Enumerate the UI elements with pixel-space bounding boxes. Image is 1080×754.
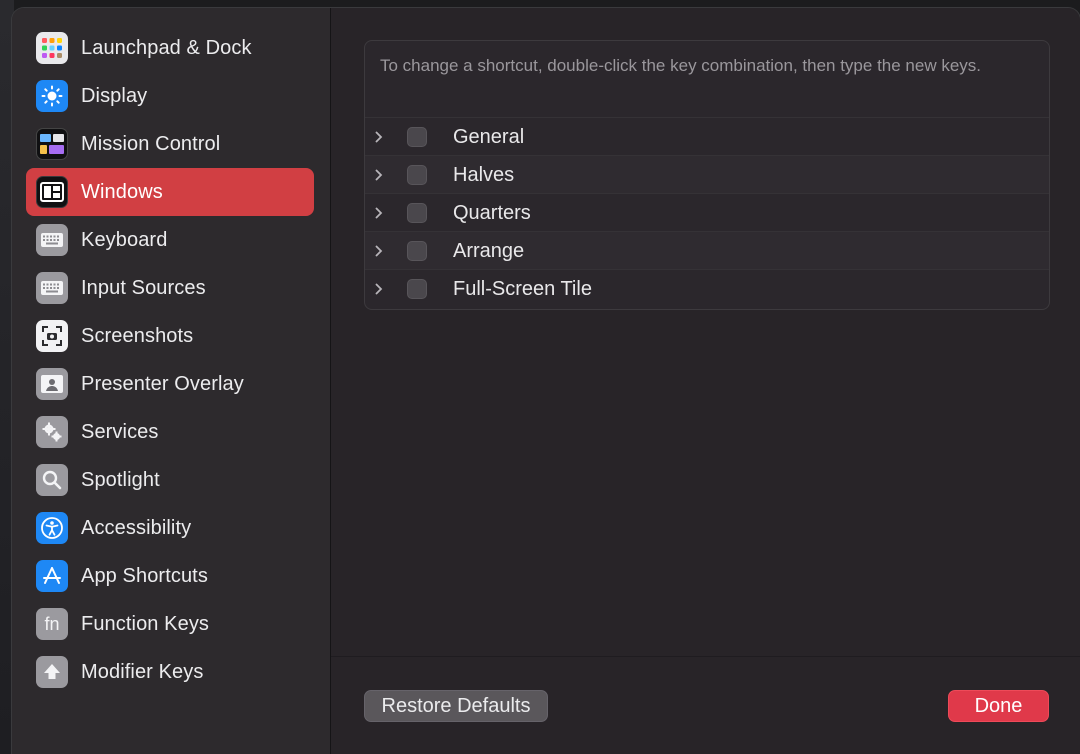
keyboard-shortcuts-sheet: Launchpad & Dock Display Mission Control… <box>12 8 1080 754</box>
sidebar-item-accessibility[interactable]: Accessibility <box>26 504 314 552</box>
sidebar-item-app-shortcuts[interactable]: App Shortcuts <box>26 552 314 600</box>
input-sources-icon <box>36 272 68 304</box>
sidebar-item-launchpad-dock[interactable]: Launchpad & Dock <box>26 24 314 72</box>
windows-icon <box>36 176 68 208</box>
screenshot-icon <box>36 320 68 352</box>
sidebar-item-label: Mission Control <box>81 132 221 155</box>
sidebar-item-label: Services <box>81 420 159 443</box>
shortcut-group-full-screen-tile[interactable]: Full-Screen Tile <box>365 269 1049 308</box>
sidebar-item-label: Function Keys <box>81 612 210 635</box>
done-button[interactable]: Done <box>948 690 1049 722</box>
fn-key-icon: fn <box>36 608 68 640</box>
sidebar-item-mission-control[interactable]: Mission Control <box>26 120 314 168</box>
spotlight-search-icon <box>36 464 68 496</box>
chevron-right-icon[interactable] <box>373 169 385 181</box>
sidebar-item-modifier-keys[interactable]: Modifier Keys <box>26 648 314 696</box>
sidebar-item-label: Modifier Keys <box>81 660 204 683</box>
keyboard-icon <box>36 224 68 256</box>
chevron-right-icon[interactable] <box>373 283 385 295</box>
shortcut-group-quarters[interactable]: Quarters <box>365 193 1049 232</box>
group-label: Quarters <box>453 201 531 224</box>
chevron-right-icon[interactable] <box>373 131 385 143</box>
sidebar-item-services[interactable]: Services <box>26 408 314 456</box>
sidebar-item-presenter-overlay[interactable]: Presenter Overlay <box>26 360 314 408</box>
accessibility-icon <box>36 512 68 544</box>
sidebar-item-label: App Shortcuts <box>81 564 208 587</box>
instructions-text: To change a shortcut, double-click the k… <box>380 56 982 75</box>
group-label: Halves <box>453 163 515 186</box>
sidebar-item-label: Accessibility <box>81 516 192 539</box>
group-checkbox[interactable] <box>407 203 427 223</box>
sidebar-item-label: Spotlight <box>81 468 160 491</box>
presenter-overlay-icon <box>36 368 68 400</box>
sidebar-item-label: Launchpad & Dock <box>81 36 252 59</box>
sidebar: Launchpad & Dock Display Mission Control… <box>12 8 331 754</box>
group-label: Arrange <box>453 239 525 262</box>
group-checkbox[interactable] <box>407 279 427 299</box>
launchpad-icon <box>36 32 68 64</box>
sidebar-item-label: Screenshots <box>81 324 194 347</box>
group-checkbox[interactable] <box>407 165 427 185</box>
group-label: General <box>453 125 525 148</box>
services-gears-icon <box>36 416 68 448</box>
sidebar-item-keyboard[interactable]: Keyboard <box>26 216 314 264</box>
chevron-right-icon[interactable] <box>373 245 385 257</box>
sidebar-item-windows[interactable]: Windows <box>26 168 314 216</box>
chevron-right-icon[interactable] <box>373 207 385 219</box>
sidebar-item-screenshots[interactable]: Screenshots <box>26 312 314 360</box>
mission-control-icon <box>36 128 68 160</box>
sidebar-item-input-sources[interactable]: Input Sources <box>26 264 314 312</box>
sidebar-item-label: Windows <box>81 180 163 203</box>
group-checkbox[interactable] <box>407 241 427 261</box>
sidebar-item-label: Keyboard <box>81 228 168 251</box>
display-brightness-icon <box>36 80 68 112</box>
sidebar-item-label: Presenter Overlay <box>81 372 244 395</box>
restore-defaults-button[interactable]: Restore Defaults <box>364 690 548 722</box>
app-store-icon <box>36 560 68 592</box>
group-label: Full-Screen Tile <box>453 277 592 300</box>
shortcut-group-general[interactable]: General <box>365 117 1049 156</box>
group-checkbox[interactable] <box>407 127 427 147</box>
footer-divider <box>331 656 1080 657</box>
shortcuts-list-panel: To change a shortcut, double-click the k… <box>364 40 1050 310</box>
sidebar-item-display[interactable]: Display <box>26 72 314 120</box>
sidebar-item-function-keys[interactable]: fn Function Keys <box>26 600 314 648</box>
main-content: To change a shortcut, double-click the k… <box>331 8 1080 754</box>
sidebar-item-spotlight[interactable]: Spotlight <box>26 456 314 504</box>
sidebar-item-label: Display <box>81 84 148 107</box>
sidebar-item-label: Input Sources <box>81 276 206 299</box>
modifier-arrow-up-icon <box>36 656 68 688</box>
shortcut-group-arrange[interactable]: Arrange <box>365 231 1049 270</box>
shortcut-group-halves[interactable]: Halves <box>365 155 1049 194</box>
